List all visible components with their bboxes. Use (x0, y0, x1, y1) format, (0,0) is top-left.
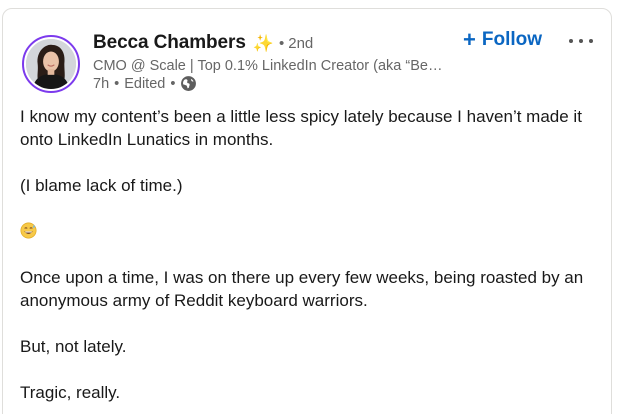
connection-degree: 2nd (288, 35, 314, 52)
sparkle-icon: ✨ (252, 34, 274, 53)
post-paragraph: (I blame lack of time.) (20, 176, 183, 195)
post-paragraph: Tragic, really. (20, 383, 121, 402)
follow-button[interactable]: + Follow (463, 29, 542, 51)
post-paragraph: Once upon a time, I was on there up ever… (20, 268, 584, 310)
globe-icon (181, 76, 197, 91)
grinning-sweat-emoji (20, 222, 37, 239)
dot-icon (589, 39, 593, 43)
edited-label: Edited (124, 75, 166, 92)
plus-icon: + (463, 27, 476, 52)
post-time: 7h (93, 75, 110, 92)
avatar[interactable] (22, 35, 80, 93)
follow-label: Follow (481, 29, 543, 50)
more-options-button[interactable] (569, 31, 593, 51)
post-paragraph: I know my content’s been a little less s… (20, 107, 582, 149)
separator-dot: • (170, 75, 176, 92)
post-body: I know my content’s been a little less s… (20, 105, 600, 404)
post-paragraph-emoji (20, 220, 600, 243)
post-meta: 7h • Edited • (93, 75, 197, 92)
separator-dot: • (114, 75, 120, 92)
avatar-photo (26, 39, 76, 89)
avatar-image (26, 39, 76, 89)
dot-icon (569, 39, 573, 43)
post-card: Becca Chambers ✨ • 2nd CMO @ Scale | Top… (2, 8, 612, 414)
author-name-row: Becca Chambers ✨ • 2nd (93, 32, 313, 54)
author-name[interactable]: Becca Chambers (93, 32, 246, 54)
post-paragraph: But, not lately. (20, 337, 127, 356)
page: Becca Chambers ✨ • 2nd CMO @ Scale | Top… (0, 0, 640, 414)
author-headline[interactable]: CMO @ Scale | Top 0.1% LinkedIn Creator … (93, 58, 442, 74)
separator-dot: • (278, 35, 285, 52)
dot-icon (579, 39, 583, 43)
